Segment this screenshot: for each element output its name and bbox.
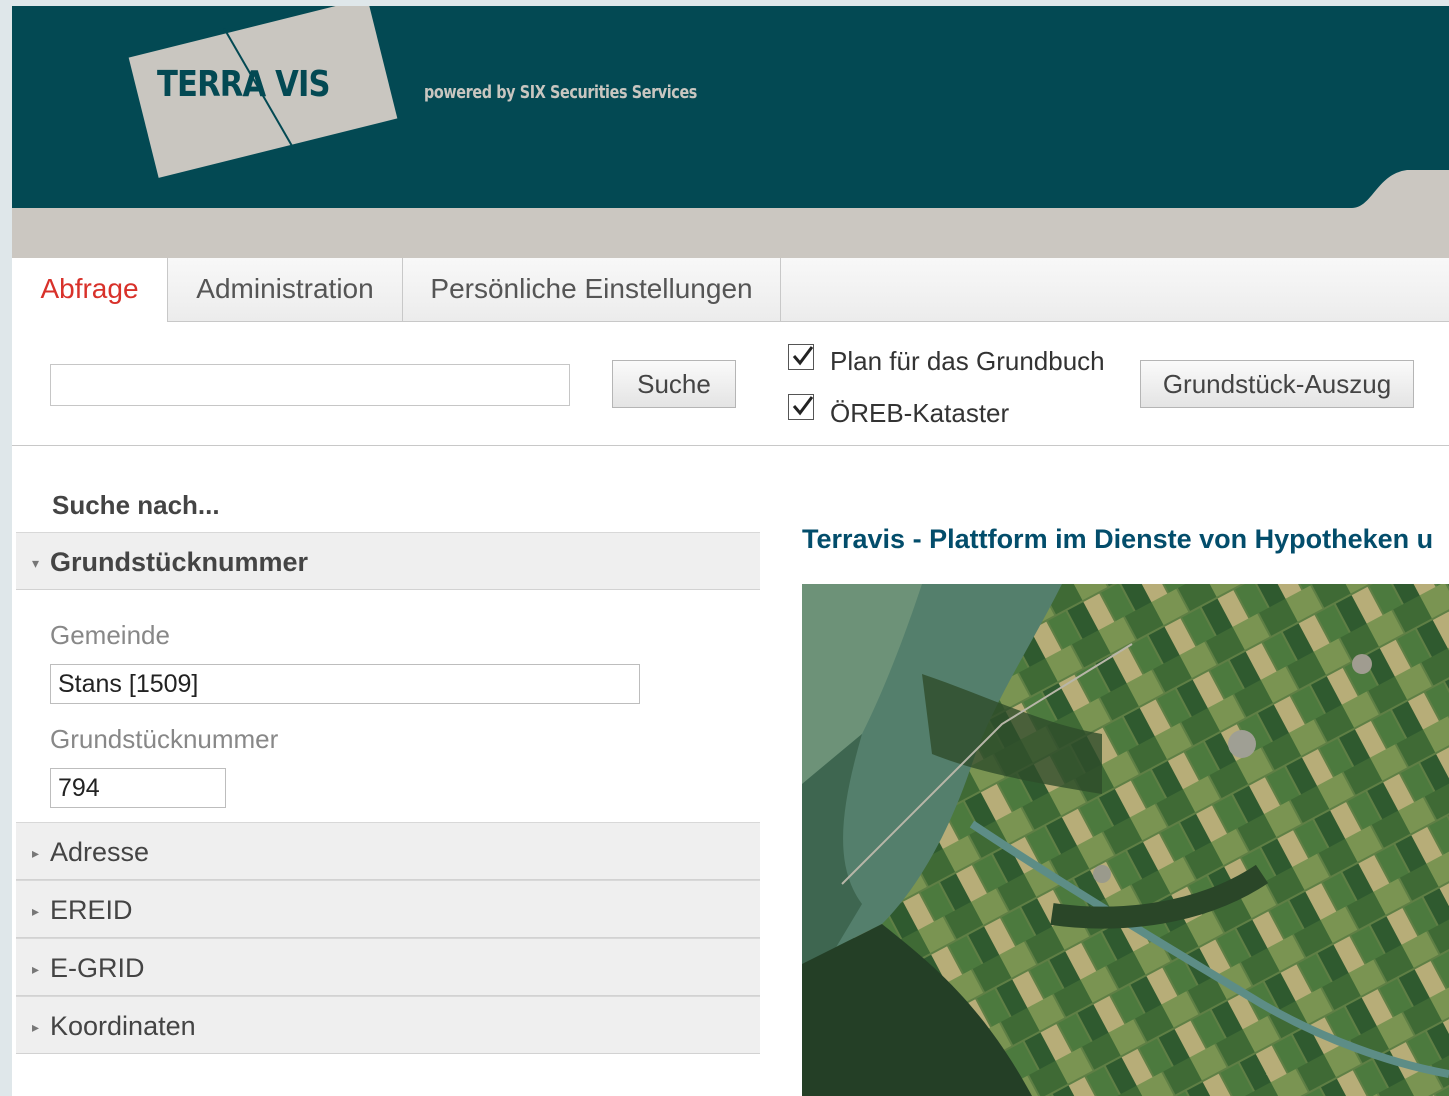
search-input[interactable] xyxy=(50,364,570,406)
app-header: TERRA VIS powered by SIX Securities Serv… xyxy=(12,6,1449,208)
accordion-ereid[interactable]: ▸ EREID xyxy=(16,880,760,938)
tab-administration[interactable]: Administration xyxy=(168,258,403,322)
accordion-label: Adresse xyxy=(50,837,150,867)
page-title: Terravis - Plattform im Dienste von Hypo… xyxy=(802,524,1434,554)
sidebar-heading: Suche nach... xyxy=(52,490,220,520)
chevron-right-icon: ▸ xyxy=(32,1019,40,1035)
gemeinde-field[interactable]: Stans [1509] xyxy=(50,664,640,704)
plan-checkbox-label: Plan für das Grundbuch xyxy=(830,346,1105,376)
chevron-right-icon: ▸ xyxy=(32,903,40,919)
gemeinde-label: Gemeinde xyxy=(50,620,170,650)
accordion-grundstuecknummer[interactable]: ▾ Grundstücknummer xyxy=(16,532,760,590)
checkmark-icon xyxy=(792,396,814,416)
tab-persoenliche-einstellungen[interactable]: Persönliche Einstellungen xyxy=(403,258,781,322)
search-sidebar: Suche nach... ▾ Grundstücknummer Gemeind… xyxy=(12,446,772,1096)
grundstuecknummer-field[interactable]: 794 xyxy=(50,768,226,808)
accordion-adresse[interactable]: ▸ Adresse xyxy=(16,822,760,880)
accordion-label: E-GRID xyxy=(50,953,145,983)
chevron-right-icon: ▸ xyxy=(32,961,40,977)
accordion-label: Grundstücknummer xyxy=(50,547,309,577)
search-toolbar: Suche Plan für das Grundbuch ÖREB-Katast… xyxy=(12,322,1449,446)
tab-abfrage[interactable]: Abfrage xyxy=(12,258,168,323)
header-curve-decoration xyxy=(1352,170,1449,208)
accordion-label: EREID xyxy=(50,895,133,925)
chevron-right-icon: ▸ xyxy=(32,845,40,861)
accordion-label: Koordinaten xyxy=(50,1011,196,1041)
aerial-photo xyxy=(802,584,1449,1096)
main-content: Terravis - Plattform im Dienste von Hypo… xyxy=(772,446,1449,1096)
oereb-checkbox-label: ÖREB-Kataster xyxy=(830,398,1010,428)
chevron-down-icon: ▾ xyxy=(32,555,40,571)
plan-checkbox[interactable] xyxy=(788,344,814,370)
oereb-checkbox[interactable] xyxy=(788,394,814,420)
logo-text: TERRA VIS xyxy=(157,64,331,105)
header-band xyxy=(12,208,1449,258)
search-button[interactable]: Suche xyxy=(612,360,736,408)
grundstuecknummer-label: Grundstücknummer xyxy=(50,724,279,754)
accordion-koordinaten[interactable]: ▸ Koordinaten xyxy=(16,996,760,1054)
tab-bar: Abfrage Administration Persönliche Einst… xyxy=(12,258,1449,323)
header-tagline: powered by SIX Securities Services xyxy=(424,82,697,103)
grundstueck-auszug-button[interactable]: Grundstück-Auszug xyxy=(1140,360,1414,408)
accordion-e-grid[interactable]: ▸ E-GRID xyxy=(16,938,760,996)
browser-content: TERRA VIS powered by SIX Securities Serv… xyxy=(12,6,1449,1096)
checkmark-icon xyxy=(792,346,814,366)
